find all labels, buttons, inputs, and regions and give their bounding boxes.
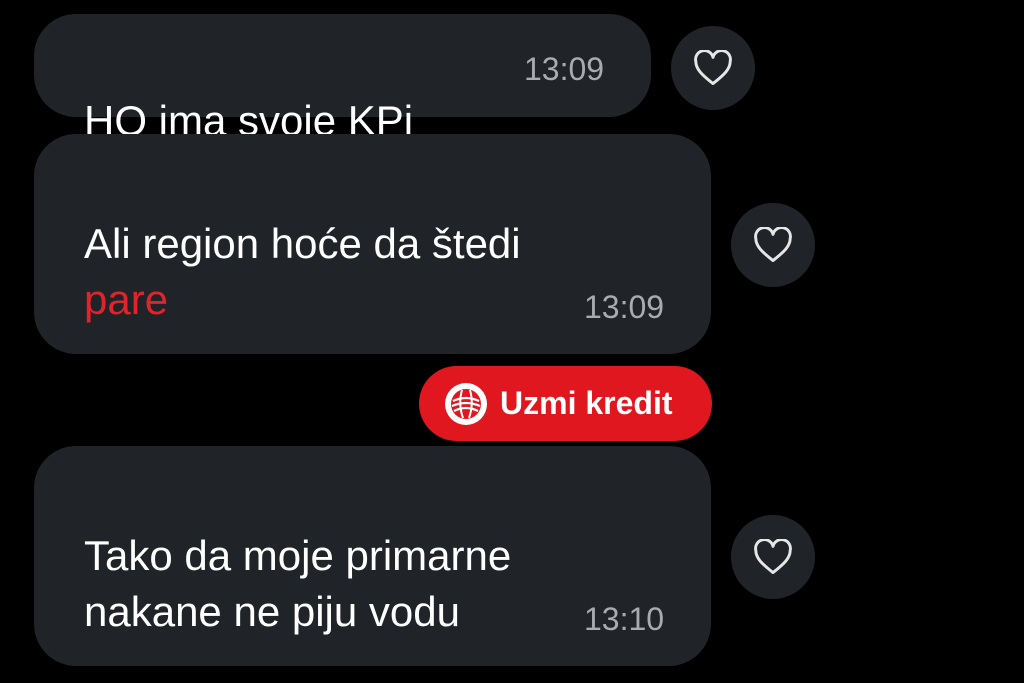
message-timestamp: 13:09 (524, 51, 605, 87)
message-bubble[interactable]: Ali region hoće da štedi pare 13:09 (34, 134, 711, 354)
heart-outline-icon (754, 227, 792, 263)
bank-globe-logo-icon (445, 382, 487, 425)
message-text: Tako da moje primarne nakane ne piju vod… (84, 472, 511, 640)
message-timestamp: 13:10 (584, 601, 665, 637)
chat-thread: HQ ima svoje KPi 13:09 Ali region hoće d… (0, 0, 1024, 683)
message-text-content: Tako da moje primarne nakane ne piju vod… (84, 532, 512, 635)
message-text: Ali region hoće da štedi pare (84, 160, 521, 384)
promo-label: Uzmi kredit (500, 385, 673, 421)
message-text-content: Ali region hoće da štedi (84, 220, 521, 267)
react-heart-button[interactable] (731, 515, 815, 599)
message-highlight-word: pare (84, 276, 169, 323)
message-text: HQ ima svoje KPi (84, 37, 413, 149)
react-heart-button[interactable] (731, 203, 815, 287)
promo-credit-button[interactable]: Uzmi kredit (419, 366, 712, 441)
heart-outline-icon (754, 539, 792, 575)
heart-outline-icon (694, 50, 732, 86)
message-timestamp: 13:09 (584, 289, 665, 325)
react-heart-button[interactable] (671, 26, 755, 110)
message-bubble[interactable]: Tako da moje primarne nakane ne piju vod… (34, 446, 711, 666)
message-bubble[interactable]: HQ ima svoje KPi 13:09 (34, 14, 651, 144)
